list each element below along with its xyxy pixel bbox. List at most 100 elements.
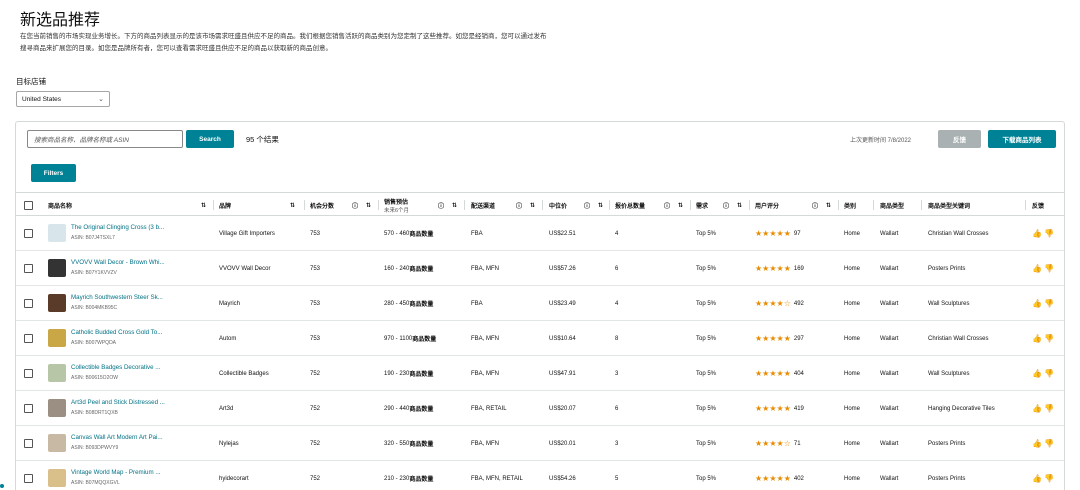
search-button[interactable]: Search	[186, 130, 234, 148]
col-opportunity[interactable]: 机会分数	[310, 193, 334, 217]
col-sales[interactable]: 销售预估 未来6个月	[384, 193, 409, 217]
row-checkbox[interactable]	[24, 426, 33, 461]
product-type-cell: Wallart	[880, 265, 899, 272]
row-checkbox[interactable]	[24, 251, 33, 286]
search-input[interactable]: 搜索商品名称、品牌名称或 ASIN	[27, 130, 183, 148]
col-demand[interactable]: 需求	[696, 193, 708, 217]
product-name-link[interactable]: Collectible Badges Decorative ...	[71, 364, 160, 371]
sort-icon[interactable]: ⇅	[598, 193, 603, 217]
thumbs-down-icon[interactable]: 👎	[1044, 334, 1054, 343]
info-icon[interactable]: ⓘ	[352, 193, 358, 217]
demand-cell: Top 5%	[696, 265, 717, 272]
opportunity-score: 753	[310, 335, 321, 342]
thumbs-down-icon[interactable]: 👎	[1044, 404, 1054, 413]
demand-cell: Top 5%	[696, 300, 717, 307]
sort-icon[interactable]: ⇅	[678, 193, 683, 217]
product-thumbnail	[48, 259, 66, 277]
rating-count: 419	[793, 405, 804, 412]
table-row[interactable]: Canvas Wall Art Modern Art Pai... ASIN: …	[16, 426, 1064, 461]
row-checkbox[interactable]	[24, 216, 33, 251]
column-divider	[838, 200, 839, 210]
download-list-button[interactable]: 下载商品列表	[988, 130, 1056, 148]
thumbs-up-icon[interactable]: 👍	[1032, 334, 1042, 343]
sort-icon[interactable]: ⇅	[201, 193, 206, 217]
table-row[interactable]: VVOVV Wall Decor - Brown Whi... ASIN: B0…	[16, 251, 1064, 286]
rating-cell: ★★★★★ 169	[755, 251, 804, 286]
feedback-cell: 👍 👎	[1032, 251, 1054, 286]
info-icon[interactable]: ⓘ	[516, 193, 522, 217]
demand-cell: Top 5%	[696, 405, 717, 412]
sales-range: 970 - 1100 商品数量	[384, 321, 436, 356]
product-thumbnail	[48, 329, 66, 347]
rating-cell: ★★★★☆ 492	[755, 286, 804, 321]
filters-button[interactable]: Filters	[31, 164, 76, 182]
sort-icon[interactable]: ⇅	[530, 193, 535, 217]
column-divider	[542, 200, 543, 210]
col-offers[interactable]: 报价总数量	[615, 193, 645, 217]
keyword-cell: Posters Prints	[928, 265, 966, 272]
description-line-1: 在您当前销售的市场实现业务增长。下方的商品列表显示的是该市场需求旺盛且供应不足的…	[20, 33, 547, 40]
keyword-cell: Wall Sculptures	[928, 300, 970, 307]
table-row[interactable]: Catholic Budded Cross Gold To... ASIN: B…	[16, 321, 1064, 356]
thumbs-down-icon[interactable]: 👎	[1044, 369, 1054, 378]
feedback-button[interactable]: 反馈	[938, 130, 981, 148]
select-all-checkbox[interactable]	[24, 193, 33, 217]
target-store-select[interactable]: United States ⌄	[16, 91, 110, 107]
brand-cell: Mayrich	[219, 300, 241, 307]
table-row[interactable]: Mayrich Southwestern Steer Sk... ASIN: B…	[16, 286, 1064, 321]
thumbs-up-icon[interactable]: 👍	[1032, 299, 1042, 308]
thumbs-down-icon[interactable]: 👎	[1044, 229, 1054, 238]
product-name-link[interactable]: Canvas Wall Art Modern Art Pai...	[71, 434, 163, 441]
info-icon[interactable]: ⓘ	[812, 193, 818, 217]
product-name-link[interactable]: Catholic Budded Cross Gold To...	[71, 329, 162, 336]
info-icon[interactable]: ⓘ	[723, 193, 729, 217]
col-median-price[interactable]: 中位价	[549, 193, 567, 217]
product-thumbnail	[48, 224, 66, 242]
product-name-link[interactable]: Art3d Peel and Stick Distressed ...	[71, 399, 165, 406]
thumbs-down-icon[interactable]: 👎	[1044, 299, 1054, 308]
row-checkbox[interactable]	[24, 391, 33, 426]
row-checkbox[interactable]	[24, 461, 33, 490]
sort-icon[interactable]: ⇅	[737, 193, 742, 217]
keyword-cell: Hanging Decorative Tiles	[928, 405, 995, 412]
table-row[interactable]: Vintage World Map - Premium ... ASIN: B0…	[16, 461, 1064, 490]
rating-cell: ★★★★☆ 71	[755, 426, 801, 461]
table-row[interactable]: Collectible Badges Decorative ... ASIN: …	[16, 356, 1064, 391]
sort-icon[interactable]: ⇅	[290, 193, 295, 217]
row-checkbox[interactable]	[24, 286, 33, 321]
star-rating-icon: ★★★★★	[755, 404, 791, 413]
sort-icon[interactable]: ⇅	[826, 193, 831, 217]
col-name[interactable]: 商品名称	[48, 193, 72, 217]
thumbs-up-icon[interactable]: 👍	[1032, 264, 1042, 273]
col-keywords: 商品类型关键词	[928, 193, 970, 217]
info-icon[interactable]: ⓘ	[438, 193, 444, 217]
thumbs-up-icon[interactable]: 👍	[1032, 229, 1042, 238]
info-icon[interactable]: ⓘ	[664, 193, 670, 217]
table-row[interactable]: The Original Clinging Cross (3 b... ASIN…	[16, 216, 1064, 251]
offers-count: 4	[615, 300, 619, 307]
thumbs-up-icon[interactable]: 👍	[1032, 439, 1042, 448]
product-name-link[interactable]: Vintage World Map - Premium ...	[71, 469, 161, 476]
thumbs-down-icon[interactable]: 👎	[1044, 474, 1054, 483]
col-rating[interactable]: 用户评分	[755, 193, 779, 217]
thumbs-up-icon[interactable]: 👍	[1032, 404, 1042, 413]
product-name-link[interactable]: The Original Clinging Cross (3 b...	[71, 224, 164, 231]
thumbs-up-icon[interactable]: 👍	[1032, 474, 1042, 483]
thumbs-up-icon[interactable]: 👍	[1032, 369, 1042, 378]
row-checkbox[interactable]	[24, 321, 33, 356]
col-brand[interactable]: 品牌	[219, 193, 231, 217]
col-fulfillment[interactable]: 配送渠道	[471, 193, 495, 217]
sort-icon[interactable]: ⇅	[452, 193, 457, 217]
sort-icon[interactable]: ⇅	[366, 193, 371, 217]
info-icon[interactable]: ⓘ	[584, 193, 590, 217]
thumbs-down-icon[interactable]: 👎	[1044, 264, 1054, 273]
fulfillment-cell: FBA, MFN, RETAIL	[471, 475, 523, 482]
table-row[interactable]: Art3d Peel and Stick Distressed ... ASIN…	[16, 391, 1064, 426]
row-checkbox[interactable]	[24, 356, 33, 391]
product-type-cell: Wallart	[880, 405, 899, 412]
thumbs-down-icon[interactable]: 👎	[1044, 439, 1054, 448]
sales-range-unit: 商品数量	[409, 477, 434, 483]
category-cell: Home	[844, 440, 861, 447]
product-name-link[interactable]: VVOVV Wall Decor - Brown Whi...	[71, 259, 165, 266]
product-name-link[interactable]: Mayrich Southwestern Steer Sk...	[71, 294, 163, 301]
